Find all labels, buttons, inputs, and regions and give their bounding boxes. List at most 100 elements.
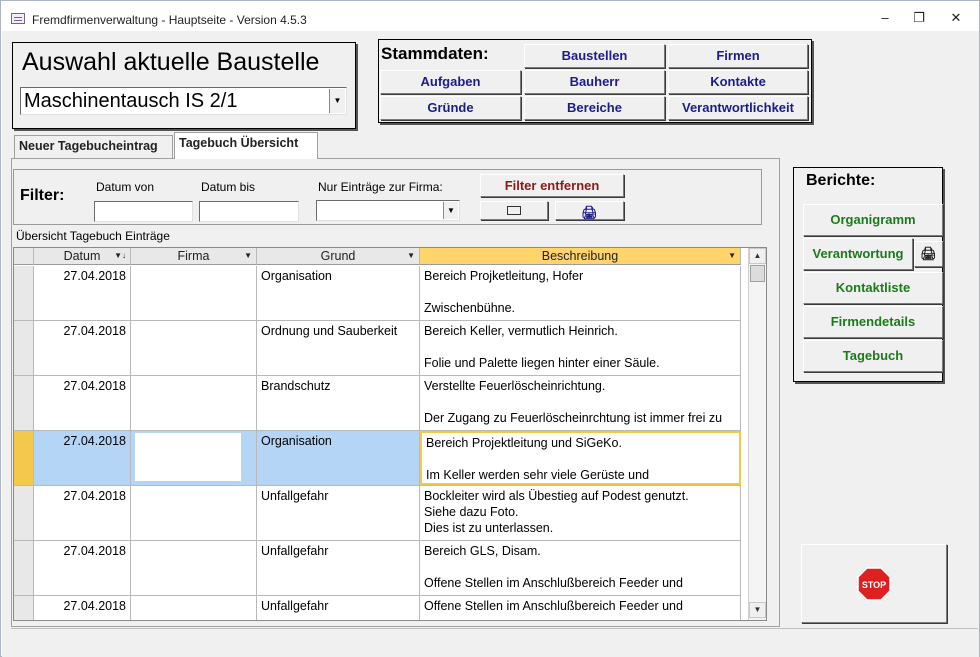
firma-edit-box[interactable]	[135, 433, 241, 481]
cell-datum[interactable]: 27.04.2018	[34, 486, 131, 540]
print-filter-button[interactable]: 🖨	[555, 201, 624, 220]
row-selector[interactable]	[14, 321, 34, 375]
printer-icon: 🖨	[920, 246, 937, 261]
organigramm-button[interactable]: Organigramm	[803, 204, 943, 236]
cell-datum[interactable]: 27.04.2018	[34, 596, 131, 620]
tab-tagebuch-uebersicht[interactable]: Tagebuch Übersicht	[174, 132, 318, 159]
cell-firma[interactable]	[131, 541, 257, 595]
row-selector-current[interactable]	[14, 431, 34, 485]
cell-beschreibung[interactable]: Verstellte Feuerlöscheinrichtung. Der Zu…	[420, 376, 741, 430]
cell-datum[interactable]: 27.04.2018	[34, 541, 131, 595]
firma-filter-label: Nur Einträge zur Firma:	[318, 180, 443, 194]
col-header-beschreibung-label: Beschreibung	[541, 249, 619, 263]
table-row[interactable]: 27.04.2018 Ordnung und Sauberkeit Bereic…	[14, 321, 741, 376]
cell-grund[interactable]: Unfallgefahr	[257, 596, 420, 620]
mail-button[interactable]	[480, 201, 548, 220]
row-selector[interactable]	[14, 376, 34, 430]
filter-box: Filter: Datum von Datum bis Nur Einträge…	[13, 169, 762, 225]
chevron-down-icon[interactable]: ▼	[407, 248, 415, 264]
chevron-down-icon[interactable]: ▼	[244, 248, 252, 264]
cell-beschreibung[interactable]: Bereich GLS, Disam. Offene Stellen im An…	[420, 541, 741, 595]
firmendetails-button[interactable]: Firmendetails	[803, 306, 943, 338]
baustelle-combo[interactable]: Maschinentausch IS 2/1 ▼	[20, 87, 347, 115]
filter-entfernen-button[interactable]: Filter entfernen	[480, 174, 624, 197]
cell-grund[interactable]: Ordnung und Sauberkeit	[257, 321, 420, 375]
scroll-down-icon[interactable]: ▼	[749, 602, 766, 618]
row-selector[interactable]	[14, 596, 34, 620]
kontakte-button[interactable]: Kontakte	[668, 70, 808, 94]
datum-bis-input[interactable]	[199, 201, 299, 222]
chevron-down-icon[interactable]: ▼	[329, 89, 345, 113]
table-row[interactable]: 27.04.2018 Organisation Bereich Projketl…	[14, 266, 741, 321]
sort-desc-icon[interactable]: ▼↓	[114, 248, 126, 264]
cell-beschreibung[interactable]: Bereich Projketleitung, Hofer Zwischenbü…	[420, 266, 741, 320]
cell-beschreibung[interactable]: Bereich Keller, vermutlich Heinrich. Fol…	[420, 321, 741, 375]
table-row[interactable]: 27.04.2018 Brandschutz Verstellte Feuerl…	[14, 376, 741, 431]
table-row[interactable]: 27.04.2018 Unfallgefahr Bereich GLS, Dis…	[14, 541, 741, 596]
cell-grund[interactable]: Unfallgefahr	[257, 486, 420, 540]
cell-firma[interactable]	[131, 376, 257, 430]
col-header-grund-label: Grund	[320, 249, 356, 263]
table-row[interactable]: 27.04.2018 Unfallgefahr Bockleiter wird …	[14, 486, 741, 541]
cell-datum[interactable]: 27.04.2018	[34, 431, 131, 485]
firmen-button[interactable]: Firmen	[668, 44, 808, 68]
cell-grund[interactable]: Brandschutz	[257, 376, 420, 430]
scroll-thumb[interactable]	[750, 265, 765, 282]
gruende-button[interactable]: Gründe	[380, 96, 521, 120]
table-row[interactable]: 27.04.2018 Unfallgefahr Offene Stellen i…	[14, 596, 741, 620]
grid-vertical-scrollbar[interactable]: ▲ ▼	[748, 248, 766, 620]
grid-caption: Übersicht Tagebuch Einträge	[16, 229, 170, 243]
col-header-grund[interactable]: Grund ▼	[257, 248, 420, 265]
minimize-button[interactable]: –	[872, 9, 898, 27]
cell-grund[interactable]: Organisation	[257, 266, 420, 320]
cell-beschreibung[interactable]: Offene Stellen im Anschlußbereich Feeder…	[420, 596, 741, 620]
envelope-icon	[507, 206, 521, 215]
datum-bis-label: Datum bis	[201, 180, 256, 194]
filter-heading: Filter:	[20, 187, 65, 204]
tagebuch-grid: Datum ▼↓ Firma ▼ Grund ▼ Beschreibung ▼ 27.0…	[13, 247, 767, 621]
bereiche-button[interactable]: Bereiche	[524, 96, 665, 120]
kontaktliste-button[interactable]: Kontaktliste	[803, 272, 943, 304]
verantwortung-button[interactable]: Verantwortung	[803, 238, 913, 270]
cell-firma[interactable]	[131, 431, 257, 485]
col-header-datum[interactable]: Datum ▼↓	[34, 248, 131, 265]
chevron-down-icon[interactable]: ▼	[443, 202, 458, 219]
cell-beschreibung[interactable]: Bockleiter wird als Übestieg auf Podest …	[420, 486, 741, 540]
print-verantwortung-button[interactable]: 🖨	[914, 241, 943, 267]
cell-datum[interactable]: 27.04.2018	[34, 266, 131, 320]
aufgaben-button[interactable]: Aufgaben	[380, 70, 521, 94]
tab-neuer-tagebucheintrag[interactable]: Neuer Tagebucheintrag	[14, 135, 173, 158]
table-row-selected[interactable]: 27.04.2018 Organisation Bereich Projektl…	[14, 431, 741, 486]
cell-beschreibung-active[interactable]: Bereich Projektleitung und SiGeKo. Im Ke…	[420, 431, 741, 485]
baustelle-panel: Auswahl aktuelle Baustelle Maschinentaus…	[12, 42, 356, 129]
cell-firma[interactable]	[131, 486, 257, 540]
grid-corner	[14, 248, 34, 265]
close-button[interactable]: ✕	[943, 9, 969, 27]
row-selector[interactable]	[14, 541, 34, 595]
cell-grund[interactable]: Organisation	[257, 431, 420, 485]
row-selector[interactable]	[14, 266, 34, 320]
cell-datum[interactable]: 27.04.2018	[34, 321, 131, 375]
baustellen-button[interactable]: Baustellen	[524, 44, 665, 68]
cell-datum[interactable]: 27.04.2018	[34, 376, 131, 430]
main-form: Auswahl aktuelle Baustelle Maschinentaus…	[2, 31, 979, 657]
col-header-beschreibung[interactable]: Beschreibung ▼	[420, 248, 741, 265]
cell-grund[interactable]: Unfallgefahr	[257, 541, 420, 595]
cell-firma[interactable]	[131, 321, 257, 375]
stop-button[interactable]: STOP	[801, 544, 947, 623]
cell-firma[interactable]	[131, 266, 257, 320]
title-bar: Fremdfirmenverwaltung - Hauptseite - Ver…	[1, 1, 979, 31]
datum-von-input[interactable]	[94, 201, 193, 222]
firma-filter-combo[interactable]: ▼	[316, 200, 460, 221]
stammdaten-heading: Stammdaten:	[381, 44, 489, 63]
bauherr-button[interactable]: Bauherr	[524, 70, 665, 94]
row-selector[interactable]	[14, 486, 34, 540]
verantwortlichkeit-button[interactable]: Verantwortlichkeit	[668, 96, 808, 120]
chevron-down-icon[interactable]: ▼	[728, 248, 736, 264]
col-header-datum-label: Datum	[63, 249, 101, 263]
scroll-up-icon[interactable]: ▲	[749, 248, 766, 264]
cell-firma[interactable]	[131, 596, 257, 620]
col-header-firma[interactable]: Firma ▼	[131, 248, 257, 265]
restore-button[interactable]: ❐	[906, 9, 932, 27]
tagebuch-button[interactable]: Tagebuch	[803, 340, 943, 372]
